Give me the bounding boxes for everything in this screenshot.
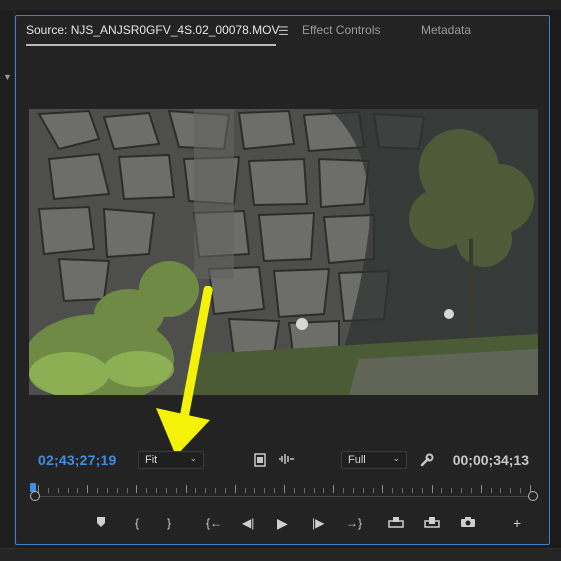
ruler-tick [510,488,512,493]
left-panel-edge: ▼ [0,10,15,550]
add-marker-button[interactable] [96,516,106,531]
tab-source[interactable]: Source: NJS_ANJSR0GFV_4S.02_00078.MOV ☰ [26,16,289,46]
ruler-tick [382,485,384,493]
tab-source-label: Source: NJS_ANJSR0GFV_4S.02_00078.MOV [26,23,280,37]
source-monitor-panel: Source: NJS_ANJSR0GFV_4S.02_00078.MOV ☰ … [15,15,550,545]
out-point-handle[interactable] [528,491,538,501]
tab-metadata[interactable]: Metadata [421,23,471,37]
ruler-tick [106,488,108,493]
ruler-tick [362,488,364,493]
transport-controls: { } {← ◀| ▶ |▶ →} + [16,515,549,536]
ruler-tick [47,488,49,493]
go-to-out-button[interactable]: →} [346,516,362,530]
ruler-tick [264,488,266,493]
ruler-tick [175,488,177,493]
panel-tabs: Source: NJS_ANJSR0GFV_4S.02_00078.MOV ☰ … [16,16,549,46]
ruler-tick [520,488,522,493]
ruler-tick [224,488,226,493]
play-button[interactable]: ▶ [277,515,288,532]
ruler-tick [431,485,433,493]
ruler-tick [284,485,285,493]
ruler-tick [87,485,89,493]
ruler-tick [67,488,69,493]
mark-in-button[interactable]: { [135,516,139,530]
camera-icon [461,517,475,527]
ruler-tick [441,488,443,493]
ruler-tick [244,488,246,493]
overwrite-icon [424,517,440,528]
export-frame-button[interactable] [460,516,476,531]
ruler-tick [195,488,197,493]
app-top-bar [0,0,561,10]
bottom-panel-edge [0,548,561,561]
ruler-tick [500,488,502,493]
insert-icon [388,517,404,528]
tab-effect-controls[interactable]: Effect Controls [302,23,380,37]
button-editor-button[interactable]: + [513,515,521,531]
hamburger-menu-icon[interactable]: ☰ [278,24,289,38]
ruler-tick [136,485,138,493]
ruler-tick [215,488,217,493]
ruler-tick [402,488,404,493]
wrench-icon[interactable] [420,453,434,470]
in-point-handle[interactable] [30,491,40,501]
marker-icon [97,517,105,527]
ruler-tick [461,488,463,493]
overwrite-button[interactable] [424,516,440,531]
ruler-tick [146,488,148,493]
ruler-tick [392,488,394,493]
ruler-tick [293,488,295,493]
ruler-tick [156,488,158,493]
ruler-tick [116,488,118,493]
ruler-ticks [38,484,531,496]
ruler-tick [274,488,276,493]
step-back-button[interactable]: ◀| [242,516,254,530]
ruler-tick [352,488,354,493]
mark-out-button[interactable]: } [167,516,171,530]
zoom-value: Fit [145,454,158,466]
ruler-tick [234,485,236,493]
collapse-icon[interactable]: ▼ [3,72,12,82]
ruler-tick [126,488,128,493]
ruler-tick [254,488,256,493]
chevron-down-icon: ⌄ [189,453,197,463]
resolution-value: Full [348,454,366,466]
ruler-tick [97,488,99,493]
step-forward-button[interactable]: |▶ [312,516,324,530]
ruler-tick [323,488,325,493]
resolution-dropdown[interactable]: Full ⌄ [341,451,407,469]
waveform-icon[interactable] [278,453,294,468]
ruler-tick [480,485,482,493]
ruler-tick [57,488,59,493]
insert-button[interactable] [388,516,404,531]
ruler-tick [303,488,305,493]
source-timeline-ruler[interactable] [30,483,538,506]
ruler-tick [313,488,315,493]
ruler-tick [343,488,345,493]
monitor-controls-row: 02;43;27;19 Fit ⌄ Full ⌄ 00;00;34;13 [16,451,549,472]
ruler-tick [185,485,187,493]
go-to-in-button[interactable]: {← [206,516,222,530]
chevron-down-icon: ⌄ [392,453,400,463]
ruler-tick [205,488,207,493]
ruler-tick [77,488,79,493]
ruler-tick [333,485,335,493]
yellow-arrow-annotation [156,286,213,456]
ruler-tick [411,488,413,493]
ruler-tick [372,488,374,493]
film-strip-icon[interactable] [254,453,266,470]
ruler-tick [451,488,453,493]
ruler-line [38,496,530,497]
ruler-tick [421,488,423,493]
ruler-tick [490,488,492,493]
active-tab-indicator [26,44,276,46]
current-timecode[interactable]: 02;43;27;19 [38,452,116,468]
video-preview[interactable] [29,109,538,395]
ruler-tick [470,488,472,493]
duration-timecode: 00;00;34;13 [452,452,529,468]
ruler-tick [165,488,167,493]
zoom-dropdown[interactable]: Fit ⌄ [138,451,204,469]
video-frame-image [29,109,538,395]
